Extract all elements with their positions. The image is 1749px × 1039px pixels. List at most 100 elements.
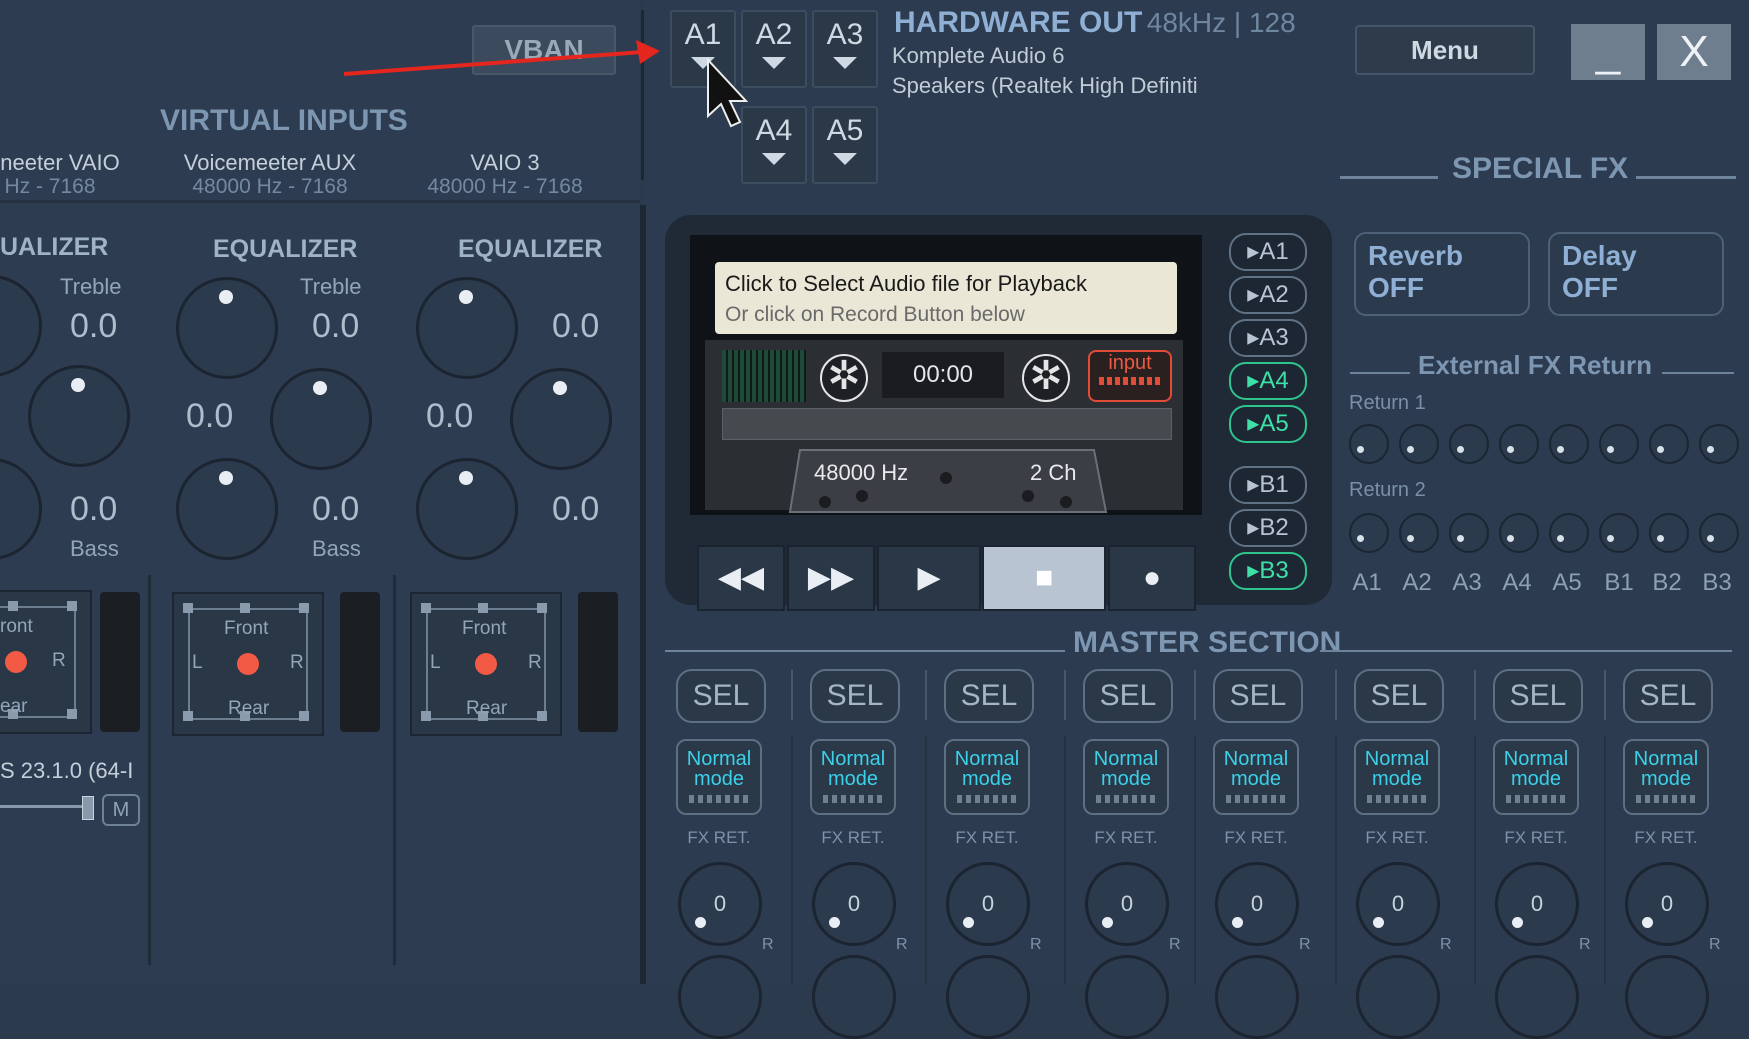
out-button-a4[interactable]: A4 <box>741 106 807 184</box>
fx-return-knob[interactable]: 0 <box>946 862 1030 946</box>
sel-button[interactable]: SEL <box>1213 669 1303 723</box>
pan-pad[interactable]: ront R ear <box>0 590 92 734</box>
return-knob[interactable] <box>1699 513 1739 553</box>
return-knob[interactable] <box>1599 424 1639 464</box>
pan-position-indicator[interactable] <box>5 651 27 673</box>
secondary-knob[interactable] <box>678 955 762 1039</box>
return-knob[interactable] <box>1499 424 1539 464</box>
mid-knob[interactable] <box>510 368 612 470</box>
return-knob[interactable] <box>1349 513 1389 553</box>
input-name: VAIO 3 <box>470 150 540 175</box>
divider <box>1474 670 1476 720</box>
fader-handle[interactable] <box>82 796 94 820</box>
play-button[interactable]: ▶ <box>877 545 981 611</box>
mid-knob[interactable] <box>270 368 372 470</box>
return-knob[interactable] <box>1599 513 1639 553</box>
mode-button[interactable]: Normal mode <box>1493 739 1579 815</box>
record-button[interactable]: ● <box>1108 545 1196 611</box>
fx-return-knob[interactable]: 0 <box>1356 862 1440 946</box>
fast-forward-button[interactable]: ▶▶ <box>787 545 875 611</box>
delay-button[interactable]: Delay OFF <box>1548 232 1724 316</box>
return-knob[interactable] <box>1449 513 1489 553</box>
treble-knob[interactable] <box>416 277 518 379</box>
mode-button[interactable]: Normal mode <box>676 739 762 815</box>
mode-indicator <box>1506 795 1566 803</box>
recorder-bus-b1[interactable]: ▸B1 <box>1229 466 1307 504</box>
mode-button[interactable]: Normal mode <box>1213 739 1299 815</box>
mode-label: Normal <box>1633 748 1699 770</box>
out-button-a5[interactable]: A5 <box>812 106 878 184</box>
bass-value: 0.0 <box>552 490 600 528</box>
return-knob[interactable] <box>1349 424 1389 464</box>
bass-knob[interactable] <box>176 458 278 560</box>
return-knob[interactable] <box>1699 424 1739 464</box>
fx-return-knob[interactable]: 0 <box>1085 862 1169 946</box>
mute-button[interactable]: M <box>102 794 140 826</box>
knob-indicator <box>695 917 706 928</box>
pan-position-indicator[interactable] <box>237 653 259 675</box>
sel-button[interactable]: SEL <box>676 669 766 723</box>
treble-knob[interactable] <box>176 277 278 379</box>
recorder-bus-a3[interactable]: ▸A3 <box>1229 319 1307 357</box>
close-button[interactable]: X <box>1657 24 1731 80</box>
out-button-a2[interactable]: A2 <box>741 10 807 88</box>
return-knob[interactable] <box>1649 424 1689 464</box>
recorder-bus-b3[interactable]: ▸B3 <box>1229 552 1307 590</box>
chevron-down-icon <box>833 153 857 165</box>
bass-knob[interactable] <box>416 458 518 560</box>
fx-return-knob[interactable]: 0 <box>1215 862 1299 946</box>
secondary-knob[interactable] <box>946 955 1030 1039</box>
out-button-a3[interactable]: A3 <box>812 10 878 88</box>
fx-return-knob[interactable]: 0 <box>1495 862 1579 946</box>
hardware-device-1[interactable]: Komplete Audio 6 <box>892 43 1064 69</box>
fx-return-knob[interactable]: 0 <box>812 862 896 946</box>
hardware-device-2[interactable]: Speakers (Realtek High Definiti <box>892 73 1198 99</box>
mode-button[interactable]: Normal mode <box>1354 739 1440 815</box>
return-knob[interactable] <box>1399 424 1439 464</box>
return-knob[interactable] <box>1549 513 1589 553</box>
mode-button[interactable]: Normal mode <box>944 739 1030 815</box>
secondary-knob[interactable] <box>1356 955 1440 1039</box>
mid-knob[interactable] <box>28 365 130 467</box>
secondary-knob[interactable] <box>812 955 896 1039</box>
sel-button[interactable]: SEL <box>1083 669 1173 723</box>
divider <box>1335 670 1337 720</box>
return-knob[interactable] <box>1649 513 1689 553</box>
return-knob[interactable] <box>1399 513 1439 553</box>
input-button[interactable]: input <box>1088 350 1172 402</box>
mode-button[interactable]: Normal mode <box>810 739 896 815</box>
mode-button[interactable]: Normal mode <box>1083 739 1169 815</box>
return-knob[interactable] <box>1549 424 1589 464</box>
secondary-knob[interactable] <box>1085 955 1169 1039</box>
minimize-button[interactable]: _ <box>1571 24 1645 80</box>
sel-button[interactable]: SEL <box>1354 669 1444 723</box>
secondary-knob[interactable] <box>1625 955 1709 1039</box>
recorder-bus-a5[interactable]: ▸A5 <box>1229 405 1307 443</box>
secondary-knob[interactable] <box>1215 955 1299 1039</box>
return-knob[interactable] <box>1449 424 1489 464</box>
sel-button[interactable]: SEL <box>944 669 1034 723</box>
fader-track[interactable] <box>0 805 90 808</box>
stop-icon: ■ <box>1034 561 1054 594</box>
secondary-knob[interactable] <box>1495 955 1579 1039</box>
sel-button[interactable]: SEL <box>1623 669 1713 723</box>
recorder-bus-a1[interactable]: ▸A1 <box>1229 233 1307 271</box>
rewind-button[interactable]: ◀◀ <box>697 545 785 611</box>
pan-pad[interactable]: Front L R Rear <box>410 592 562 736</box>
stop-button[interactable]: ■ <box>982 545 1106 611</box>
pan-position-indicator[interactable] <box>475 653 497 675</box>
fx-return-knob[interactable]: 0 <box>1625 862 1709 946</box>
mode-button[interactable]: Normal mode <box>1623 739 1709 815</box>
playback-progress[interactable] <box>722 408 1172 440</box>
sel-button[interactable]: SEL <box>1493 669 1583 723</box>
return-knob[interactable] <box>1499 513 1539 553</box>
sel-button[interactable]: SEL <box>810 669 900 723</box>
recorder-bus-b2[interactable]: ▸B2 <box>1229 509 1307 547</box>
recorder-bus-a4[interactable]: ▸A4 <box>1229 362 1307 400</box>
playback-file-select[interactable]: Click to Select Audio file for Playback … <box>715 262 1177 334</box>
fx-return-knob[interactable]: 0 <box>678 862 762 946</box>
recorder-bus-a2[interactable]: ▸A2 <box>1229 276 1307 314</box>
menu-button[interactable]: Menu <box>1355 25 1535 75</box>
pan-pad[interactable]: Front L R Rear <box>172 592 324 736</box>
reverb-button[interactable]: Reverb OFF <box>1354 232 1530 316</box>
